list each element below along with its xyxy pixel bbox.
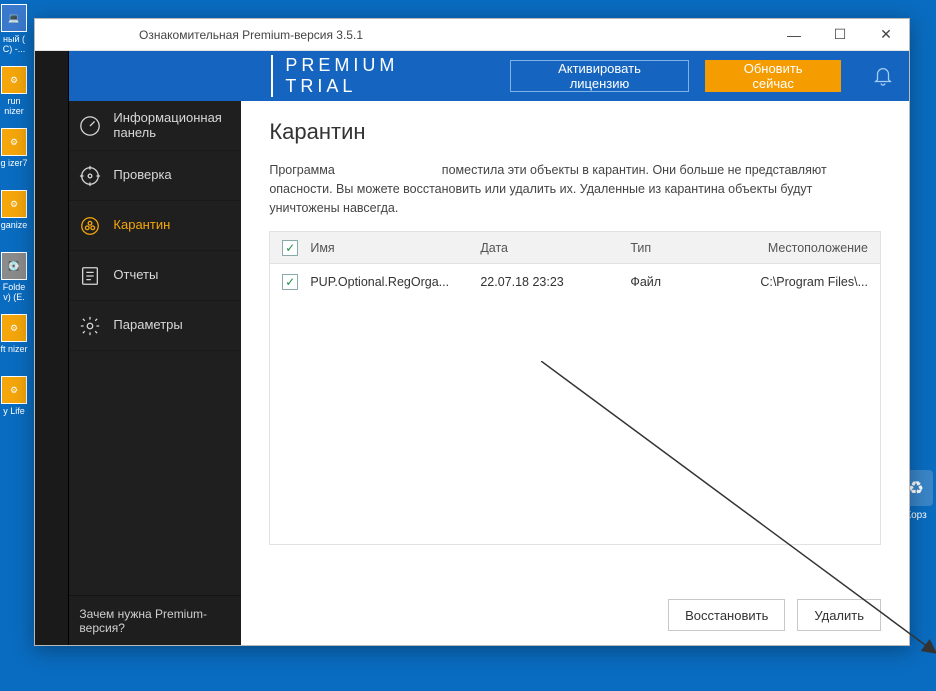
- quarantine-table: ✓ Имя Дата Тип Местоположение ✓ PUP.Opti…: [269, 231, 881, 545]
- activate-license-button[interactable]: Активировать лицензию: [510, 60, 690, 92]
- action-bar: Восстановить Удалить: [269, 585, 881, 631]
- column-date[interactable]: Дата: [480, 241, 630, 255]
- maximize-button[interactable]: ☐: [817, 19, 863, 51]
- left-empty-strip: [35, 51, 69, 645]
- cell-name: PUP.Optional.RegOrga...: [310, 275, 480, 289]
- sidebar: Информационная панель Проверка Карантин …: [69, 51, 241, 645]
- target-icon: [79, 165, 101, 187]
- column-location[interactable]: Местоположение: [760, 241, 880, 255]
- sidebar-header-blue: [69, 51, 241, 101]
- gear-icon: [79, 315, 101, 337]
- sidebar-item-label: Параметры: [113, 318, 182, 332]
- sidebar-item-label: Проверка: [113, 168, 171, 182]
- premium-why-link[interactable]: Зачем нужна Premium-версия?: [69, 595, 241, 645]
- cell-date: 22.07.18 23:23: [480, 275, 630, 289]
- sidebar-item-scan[interactable]: Проверка: [69, 151, 241, 201]
- top-bar: PREMIUM TRIAL Активировать лицензию Обно…: [241, 51, 909, 101]
- cell-location: C:\Program Files\...: [760, 275, 880, 289]
- minimize-button[interactable]: —: [771, 19, 817, 51]
- cell-type: Файл: [630, 275, 760, 289]
- table-header: ✓ Имя Дата Тип Местоположение: [270, 232, 880, 264]
- bell-icon[interactable]: [871, 64, 895, 88]
- window-title: Ознакомительная Premium-версия 3.5.1: [139, 28, 363, 42]
- title-bar: Ознакомительная Premium-версия 3.5.1 — ☐…: [35, 19, 909, 51]
- sidebar-item-label: Отчеты: [113, 268, 158, 282]
- update-now-button[interactable]: Обновить сейчас: [705, 60, 841, 92]
- sidebar-item-label: Карантин: [113, 218, 170, 232]
- product-title: PREMIUM TRIAL: [271, 55, 477, 97]
- sidebar-item-dashboard[interactable]: Информационная панель: [69, 101, 241, 151]
- restore-button[interactable]: Восстановить: [668, 599, 785, 631]
- biohazard-icon: [79, 215, 101, 237]
- close-button[interactable]: ✕: [863, 19, 909, 51]
- page-title: Карантин: [269, 119, 881, 145]
- column-name[interactable]: Имя: [310, 241, 480, 255]
- desktop-icons: 💻ный ( С) -... ⚙run nizer ⚙g izer7 ⚙gani…: [0, 0, 30, 656]
- sidebar-item-label: Информационная панель: [113, 111, 241, 140]
- row-checkbox[interactable]: ✓: [282, 274, 298, 290]
- report-icon: [79, 265, 101, 287]
- column-type[interactable]: Тип: [630, 241, 760, 255]
- sidebar-item-quarantine[interactable]: Карантин: [69, 201, 241, 251]
- select-all-checkbox[interactable]: ✓: [282, 240, 298, 256]
- app-window: Ознакомительная Premium-версия 3.5.1 — ☐…: [34, 18, 910, 646]
- sidebar-item-reports[interactable]: Отчеты: [69, 251, 241, 301]
- page-description: Программа xxxxxxxxxxxxxxxx поместила эти…: [269, 161, 881, 217]
- table-row[interactable]: ✓ PUP.Optional.RegOrga... 22.07.18 23:23…: [270, 264, 880, 300]
- content-area: Карантин Программа xxxxxxxxxxxxxxxx поме…: [241, 101, 909, 645]
- sidebar-item-settings[interactable]: Параметры: [69, 301, 241, 351]
- gauge-icon: [79, 115, 101, 137]
- delete-button[interactable]: Удалить: [797, 599, 881, 631]
